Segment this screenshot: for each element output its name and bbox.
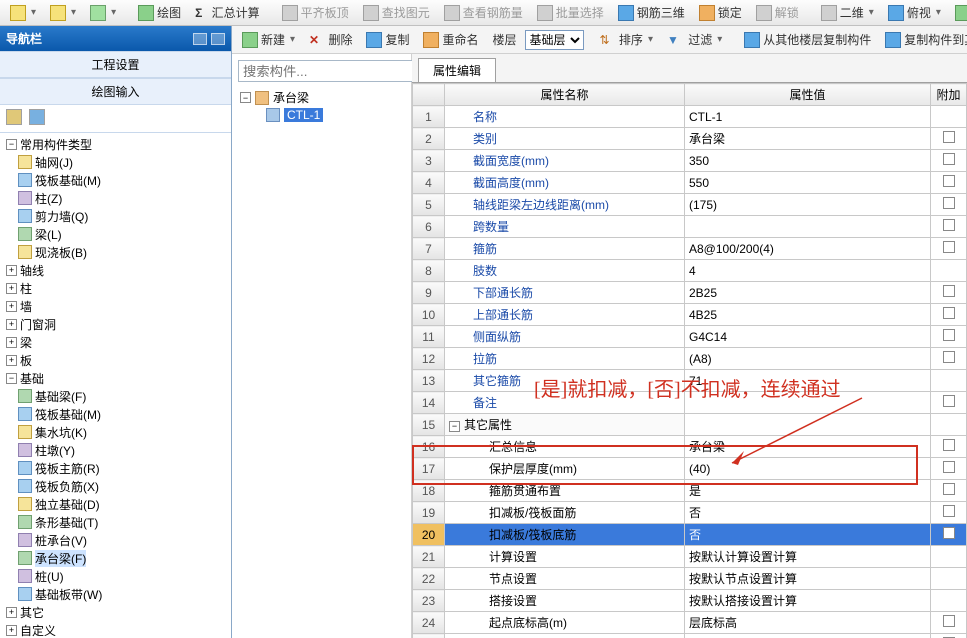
nav-base-4[interactable]: 筏板主筋(R) bbox=[0, 459, 231, 477]
nav-base-3[interactable]: 柱墩(Y) bbox=[0, 441, 231, 459]
btn-sum[interactable]: Σ 汇总计算 bbox=[189, 1, 266, 24]
btn-dynview[interactable]: 动态观察 bbox=[949, 1, 967, 24]
col-add: 附加 bbox=[931, 84, 967, 106]
prop-row-2[interactable]: 2类别承台梁 bbox=[413, 128, 967, 150]
nav-title: 导航栏 bbox=[0, 26, 231, 51]
nav-common-4[interactable]: 梁(L) bbox=[0, 225, 231, 243]
nav-tree[interactable]: −常用构件类型轴网(J)筏板基础(M)柱(Z)剪力墙(Q)梁(L)现浇板(B)+… bbox=[0, 133, 231, 638]
prop-row-21[interactable]: 21计算设置按默认计算设置计算 bbox=[413, 546, 967, 568]
btn-back[interactable]: ▾ bbox=[4, 2, 42, 24]
btn-draw[interactable]: 绘图 bbox=[132, 1, 187, 24]
nav-common-1[interactable]: 筏板基础(M) bbox=[0, 171, 231, 189]
btn-filter[interactable]: ▼ 过滤▾ bbox=[661, 28, 728, 51]
btn-copy-from-floor[interactable]: 从其他楼层复制构件 bbox=[738, 28, 877, 51]
nav-tail-0[interactable]: +其它 bbox=[0, 603, 231, 621]
btn-view2d[interactable]: 二维▾ bbox=[815, 1, 880, 24]
col-name: 属性名称 bbox=[445, 84, 685, 106]
btn-copy-to-floor[interactable]: 复制构件到其他楼层 bbox=[879, 28, 967, 51]
btn-delete[interactable]: ✕ 删除 bbox=[303, 28, 358, 51]
nav-pin-icon[interactable] bbox=[193, 33, 207, 45]
prop-row-17[interactable]: 17保护层厚度(mm)(40) bbox=[413, 458, 967, 480]
nav-panel: 导航栏 工程设置 绘图输入 −常用构件类型轴网(J)筏板基础(M)柱(Z)剪力墙… bbox=[0, 26, 232, 638]
prop-row-12[interactable]: 12拉筋(A8) bbox=[413, 348, 967, 370]
col-rownum bbox=[413, 84, 445, 106]
nav-section-settings[interactable]: 工程设置 bbox=[0, 51, 231, 78]
btn-unlock[interactable]: 解锁 bbox=[750, 1, 805, 24]
prop-row-4[interactable]: 4截面高度(mm)550 bbox=[413, 172, 967, 194]
prop-row-5[interactable]: 5轴线距梁左边线距离(mm)(175) bbox=[413, 194, 967, 216]
nav-base-9[interactable]: 承台梁(F) bbox=[0, 549, 231, 567]
col-value: 属性值 bbox=[685, 84, 931, 106]
prop-row-24[interactable]: 24起点底标高(m)层底标高 bbox=[413, 612, 967, 634]
nav-tail-1[interactable]: +自定义 bbox=[0, 621, 231, 638]
prop-row-13[interactable]: 13其它箍筋71 bbox=[413, 370, 967, 392]
btn-undo[interactable]: ▾ bbox=[44, 2, 82, 24]
prop-row-7[interactable]: 7箍筋A8@100/200(4) bbox=[413, 238, 967, 260]
nav-close-icon[interactable] bbox=[211, 33, 225, 45]
nav-base-1[interactable]: 筏板基础(M) bbox=[0, 405, 231, 423]
nav-group-5[interactable]: +板 bbox=[0, 351, 231, 369]
nav-group-0[interactable]: +轴线 bbox=[0, 261, 231, 279]
layer-select[interactable]: 基础层 bbox=[525, 30, 584, 50]
toolbar-main: ▾ ▾ ▾ 绘图 Σ 汇总计算 平齐板顶 查找图元 查看钢筋量 批量选择 钢筋三… bbox=[0, 0, 967, 26]
prop-row-22[interactable]: 22节点设置按默认节点设置计算 bbox=[413, 568, 967, 590]
nav-group-2[interactable]: +墙 bbox=[0, 297, 231, 315]
btn-batch[interactable]: 批量选择 bbox=[531, 1, 610, 24]
prop-row-15[interactable]: 15−其它属性 bbox=[413, 414, 967, 436]
prop-row-3[interactable]: 3截面宽度(mm)350 bbox=[413, 150, 967, 172]
tab-property-edit[interactable]: 属性编辑 bbox=[418, 58, 496, 82]
prop-row-11[interactable]: 11侧面纵筋G4C14 bbox=[413, 326, 967, 348]
nav-common-5[interactable]: 现浇板(B) bbox=[0, 243, 231, 261]
btn-floor[interactable]: 楼层 bbox=[487, 28, 523, 51]
btn-lock[interactable]: 锁定 bbox=[693, 1, 748, 24]
btn-sort[interactable]: ⇅ 排序▾ bbox=[594, 28, 659, 51]
nav-base-10[interactable]: 桩(U) bbox=[0, 567, 231, 585]
btn-redo[interactable]: ▾ bbox=[84, 2, 122, 24]
component-toolbar: 新建▾ ✕ 删除 复制 重命名 楼层 基础层 ⇅ 排序▾ ▼ 过滤▾ 从其他楼层… bbox=[232, 26, 967, 54]
tree-root[interactable]: −承台梁 bbox=[236, 88, 407, 107]
nav-base-7[interactable]: 条形基础(T) bbox=[0, 513, 231, 531]
prop-row-16[interactable]: 16汇总信息承台梁 bbox=[413, 436, 967, 458]
nav-common-3[interactable]: 剪力墙(Q) bbox=[0, 207, 231, 225]
btn-topview[interactable]: 俯视▾ bbox=[882, 1, 947, 24]
prop-row-6[interactable]: 6跨数量 bbox=[413, 216, 967, 238]
btn-rename[interactable]: 重命名 bbox=[417, 28, 484, 51]
nav-common-2[interactable]: 柱(Z) bbox=[0, 189, 231, 207]
nav-common-0[interactable]: 轴网(J) bbox=[0, 153, 231, 171]
prop-row-8[interactable]: 8肢数4 bbox=[413, 260, 967, 282]
nav-base-11[interactable]: 基础板带(W) bbox=[0, 585, 231, 603]
btn-flat[interactable]: 平齐板顶 bbox=[276, 1, 355, 24]
nav-group-6[interactable]: −基础 bbox=[0, 369, 231, 387]
nav-mode-icons[interactable] bbox=[0, 105, 231, 133]
tree-child[interactable]: CTL-1 bbox=[236, 107, 407, 123]
prop-row-14[interactable]: 14备注 bbox=[413, 392, 967, 414]
btn-copy[interactable]: 复制 bbox=[360, 28, 415, 51]
prop-row-18[interactable]: 18箍筋贯通布置是 bbox=[413, 480, 967, 502]
prop-row-19[interactable]: 19扣减板/筏板面筋否 bbox=[413, 502, 967, 524]
nav-group-4[interactable]: +梁 bbox=[0, 333, 231, 351]
prop-row-10[interactable]: 10上部通长筋4B25 bbox=[413, 304, 967, 326]
prop-row-1[interactable]: 1名称CTL-1 bbox=[413, 106, 967, 128]
nav-base-6[interactable]: 独立基础(D) bbox=[0, 495, 231, 513]
prop-row-9[interactable]: 9下部通长筋2B25 bbox=[413, 282, 967, 304]
property-grid[interactable]: 属性名称 属性值 附加 1名称CTL-12类别承台梁3截面宽度(mm)3504截… bbox=[412, 83, 967, 638]
component-tree[interactable]: −承台梁 CTL-1 bbox=[232, 86, 411, 638]
nav-section-draw[interactable]: 绘图输入 bbox=[0, 78, 231, 105]
nav-base-0[interactable]: 基础梁(F) bbox=[0, 387, 231, 405]
nav-base-2[interactable]: 集水坑(K) bbox=[0, 423, 231, 441]
search-input[interactable] bbox=[238, 60, 425, 82]
nav-base-5[interactable]: 筏板负筋(X) bbox=[0, 477, 231, 495]
prop-row-23[interactable]: 23搭接设置按默认搭接设置计算 bbox=[413, 590, 967, 612]
nav-group-1[interactable]: +柱 bbox=[0, 279, 231, 297]
prop-row-20[interactable]: 20扣减板/筏板底筋否 bbox=[413, 524, 967, 546]
btn-new[interactable]: 新建▾ bbox=[236, 28, 301, 51]
nav-group-3[interactable]: +门窗洞 bbox=[0, 315, 231, 333]
nav-root[interactable]: −常用构件类型 bbox=[0, 135, 231, 153]
nav-base-8[interactable]: 桩承台(V) bbox=[0, 531, 231, 549]
btn-rebar-qty[interactable]: 查看钢筋量 bbox=[438, 1, 529, 24]
tab-strip: 属性编辑 bbox=[412, 54, 967, 83]
btn-rebar3d[interactable]: 钢筋三维 bbox=[612, 1, 691, 24]
btn-find[interactable]: 查找图元 bbox=[357, 1, 436, 24]
prop-row-25[interactable]: 25终点底标高(m)层底标高 bbox=[413, 634, 967, 638]
